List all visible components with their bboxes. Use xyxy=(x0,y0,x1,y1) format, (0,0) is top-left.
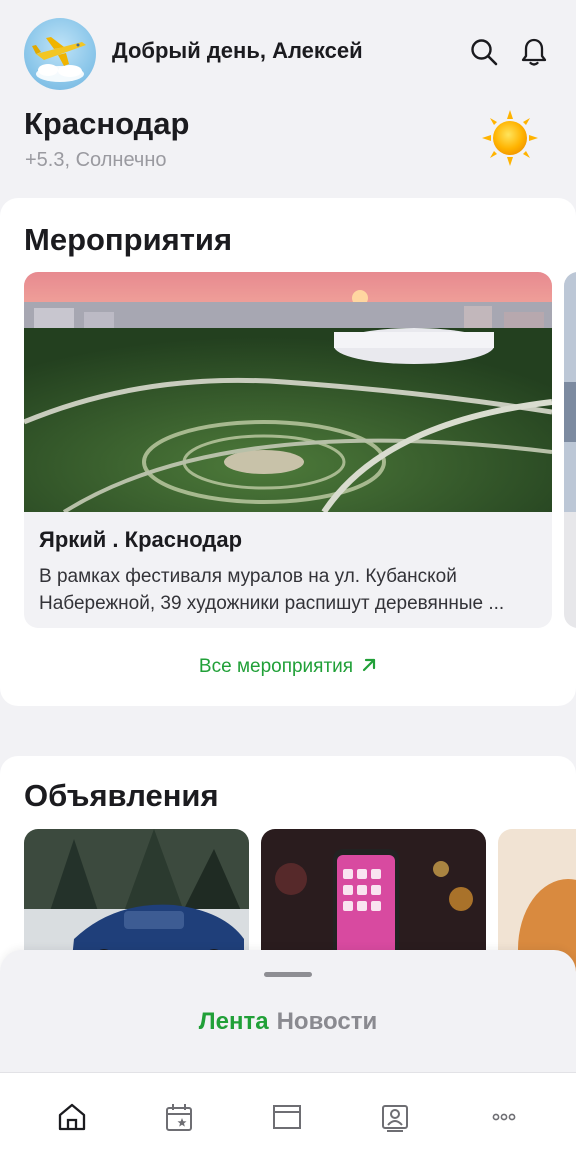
all-events-link[interactable]: Все мероприятия xyxy=(0,656,576,678)
tab-feed[interactable]: Лента xyxy=(199,1008,269,1035)
sun-icon xyxy=(482,110,538,166)
search-icon[interactable] xyxy=(468,36,500,68)
profile-card-icon[interactable] xyxy=(379,1101,411,1133)
events-section: Мероприятия Яркий . Краснодар В рамках ф… xyxy=(0,198,576,706)
event-card[interactable]: Яркий . Краснодар В рамках фестиваля мур… xyxy=(24,272,552,628)
header: Добрый день, Алексей Краснодар +5.3, Сол… xyxy=(0,0,576,196)
weather-summary: +5.3, Солнечно xyxy=(25,149,167,171)
event-description-line: В рамках фестиваля муралов на ул. Кубанс… xyxy=(39,566,457,587)
greeting-text: Добрый день, Алексей xyxy=(112,38,363,63)
event-description: В рамках фестиваля муралов на ул. Кубанс… xyxy=(39,563,539,617)
listings-icon[interactable] xyxy=(271,1101,303,1133)
event-image xyxy=(24,272,552,512)
ads-title: Объявления xyxy=(24,778,219,813)
city-name: Краснодар xyxy=(24,106,190,141)
drag-handle[interactable] xyxy=(264,972,312,977)
feed-sheet[interactable]: Лента Новости xyxy=(0,950,576,1080)
arrow-up-right-icon xyxy=(362,658,376,672)
more-icon[interactable] xyxy=(488,1101,520,1133)
event-card-next[interactable] xyxy=(564,272,576,628)
event-description-line: Набережной, 39 художники распишут деревя… xyxy=(39,593,505,614)
feed-tabs: Лента Новости xyxy=(0,1008,576,1036)
event-title: Яркий . Краснодар xyxy=(39,527,243,552)
bell-icon[interactable] xyxy=(518,36,550,68)
bottom-navigation xyxy=(0,1072,576,1159)
airplane-icon xyxy=(32,37,86,82)
tab-news[interactable]: Новости xyxy=(277,1008,378,1035)
calendar-icon[interactable] xyxy=(163,1101,195,1133)
events-title: Мероприятия xyxy=(24,222,233,257)
home-icon[interactable] xyxy=(56,1101,88,1133)
event-image-next xyxy=(564,272,576,512)
avatar[interactable] xyxy=(24,18,96,90)
all-events-label: Все мероприятия xyxy=(198,656,354,677)
